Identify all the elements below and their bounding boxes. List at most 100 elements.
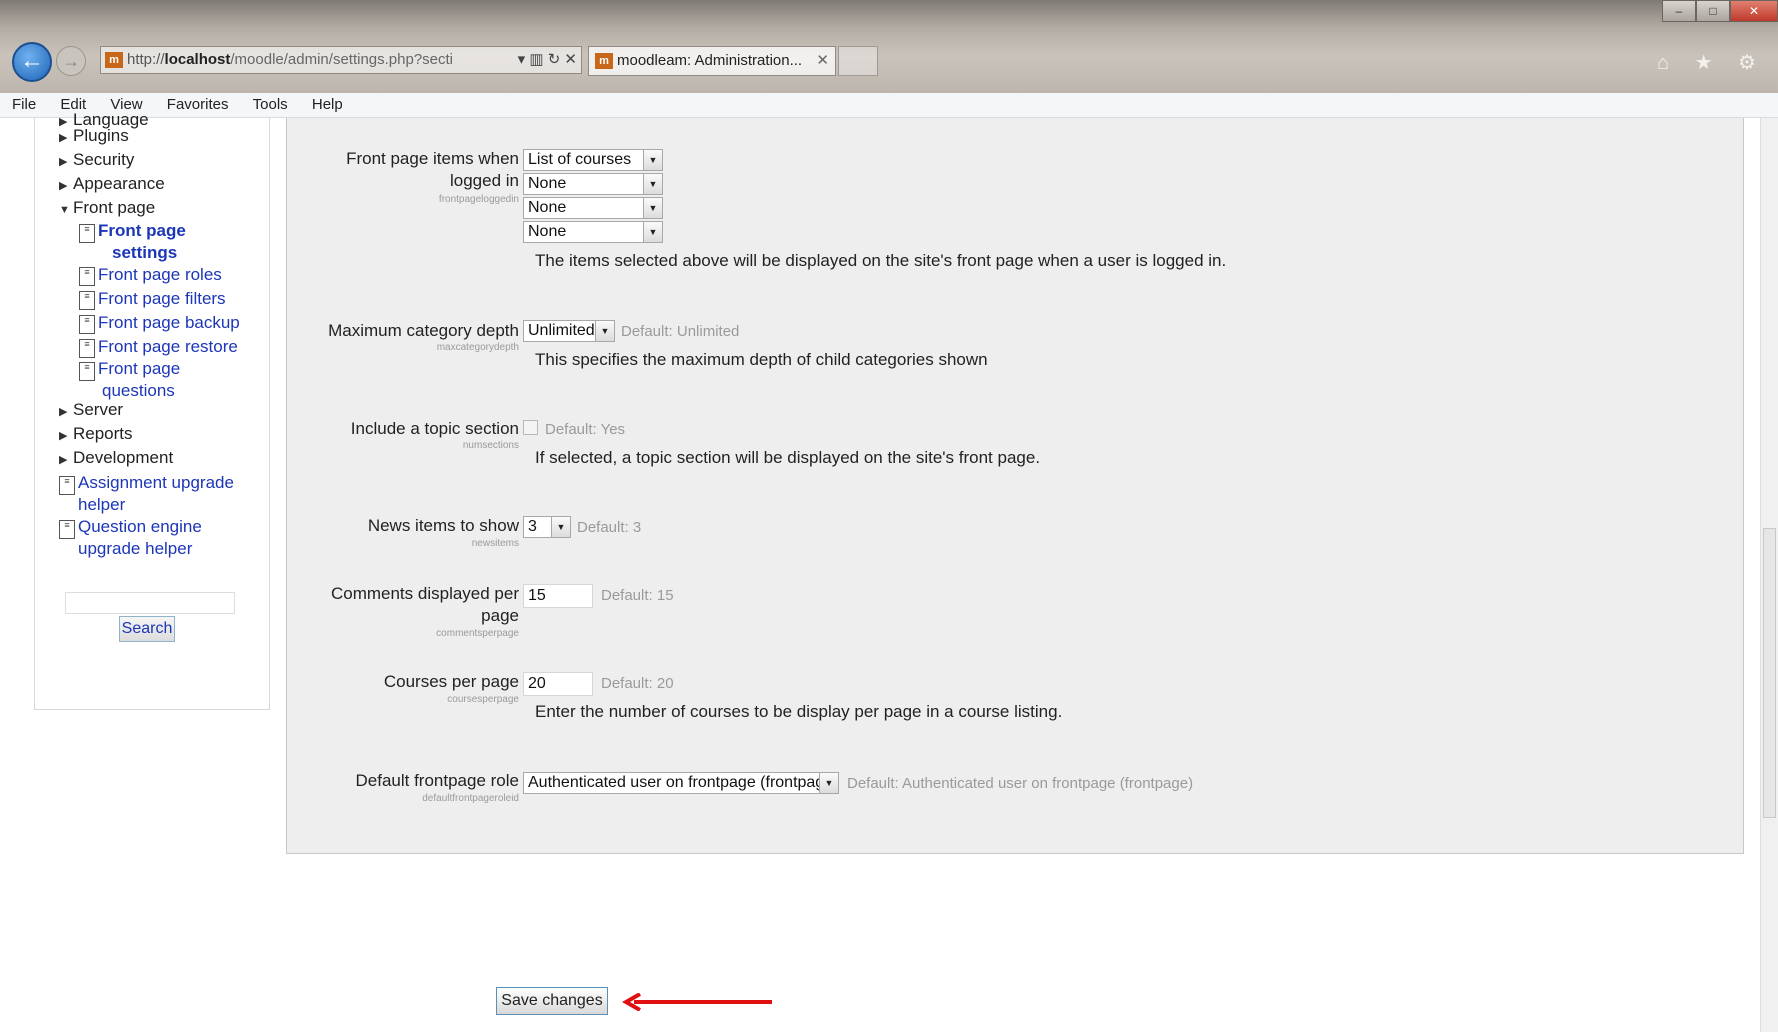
collapsed-triangle-icon: ▶ [59,180,68,192]
sidebar-link-front-page-restore[interactable]: Front page restore [98,336,238,358]
topic-section-checkbox[interactable] [523,420,538,435]
address-controls[interactable]: ▾ ▥ ↻ ✕ [518,47,577,73]
expanded-triangle-icon: ▼ [59,204,70,216]
dropdown-arrow-icon: ▼ [643,150,662,170]
setting-name-numsections: numsections [462,440,519,451]
dropdown-arrow-icon: ▼ [551,517,570,537]
page-icon: ≡ [59,476,75,495]
sidebar-link-question-engine-upgrade-helper[interactable]: Question engine upgrade helper [78,516,202,560]
setting-label-topic-section: Include a topic section [350,419,519,438]
sidebar-link-front-page-settings[interactable]: Front page settings [98,220,186,264]
browser-titlebar: ← → m http://localhost/moodle/admin/setti… [0,0,1778,93]
collapsed-triangle-icon: ▶ [59,156,68,168]
setting-label-max-category-depth: Maximum category depth [328,321,519,340]
setting-default-comments-per-page: Default: 15 [601,587,674,604]
setting-default-max-category-depth: Default: Unlimited [621,323,740,340]
collapsed-triangle-icon: ▶ [59,430,68,442]
sidebar-link-front-page-roles[interactable]: Front page roles [98,264,222,286]
sidebar-link-assignment-upgrade-helper[interactable]: Assignment upgrade helper [78,472,234,516]
dropdown-arrow-icon: ▼ [643,198,662,218]
url-host: localhost [164,51,231,68]
sidebar-item-plugins[interactable]: ▶ Plugins [59,126,129,146]
dropdown-arrow-icon: ▼ [643,174,662,194]
sidebar-item-reports[interactable]: ▶ Reports [59,424,133,444]
setting-name-defaultfrontpageroleid: defaultfrontpageroleid [422,793,519,804]
setting-label-courses-per-page: Courses per page [383,672,519,691]
menu-bar: File Edit View Favorites Tools Help [0,93,1778,118]
setting-description-frontpage-loggedin: The items selected above will be display… [535,251,1227,270]
maximize-icon[interactable]: □ [1696,0,1730,22]
sidebar-link-front-page-filters[interactable]: Front page filters [98,288,226,310]
sidebar-link-front-page-backup[interactable]: Front page backup [98,312,240,334]
collapsed-triangle-icon: ▶ [59,406,68,418]
setting-default-news-items: Default: 3 [577,519,642,536]
page-icon: ≡ [59,520,75,539]
sidebar-item-security[interactable]: ▶ Security [59,150,134,170]
scrollbar-thumb[interactable] [1763,528,1776,818]
annotation-arrow-icon [622,993,772,1011]
frontpage-loggedin-select-2[interactable]: None ▼ [523,173,663,195]
new-tab-button[interactable] [838,46,878,76]
menu-help[interactable]: Help [300,93,351,117]
page-icon: ≡ [79,362,95,381]
front-page-settings-form: Front page items when logged in frontpage… [286,118,1744,854]
dropdown-arrow-icon: ▼ [643,222,662,242]
page-content: ▶ Language ▶ Plugins ▶ Security ▶ Appearance… [10,110,1760,1032]
toolbar-icons[interactable]: ⌂ ★ ⚙ [1657,50,1766,75]
news-items-select[interactable]: 3 ▼ [523,516,571,538]
setting-label-frontpage-loggedin: Front page items when logged in [346,149,519,190]
setting-description-max-category-depth: This specifies the maximum depth of chil… [535,350,988,369]
setting-label-comments-per-page: Comments displayed per page [330,584,519,625]
close-icon[interactable]: ✕ [1730,0,1778,22]
setting-name-newsitems: newsitems [471,538,519,549]
collapsed-triangle-icon: ▶ [59,454,68,466]
setting-label-news-items: News items to show [367,516,519,535]
back-arrow-icon[interactable]: ← [12,42,52,82]
setting-description-topic-section: If selected, a topic section will be dis… [535,448,1041,467]
menu-file[interactable]: File [0,93,44,117]
page-icon: ≡ [79,224,95,243]
dropdown-arrow-icon: ▼ [819,773,838,793]
max-category-depth-select[interactable]: Unlimited ▼ [523,320,615,342]
setting-label-default-frontpage-role: Default frontpage role [355,771,520,790]
moodle-favicon-icon: m [595,53,613,70]
dropdown-arrow-icon: ▼ [595,321,614,341]
sidebar-item-appearance[interactable]: ▶ Appearance [59,174,165,194]
default-frontpage-role-select[interactable]: Authenticated user on frontpage (frontpa… [523,772,839,794]
menu-tools[interactable]: Tools [241,93,296,117]
setting-name-commentsperpage: commentsperpage [436,628,519,639]
sidebar-link-front-page-questions[interactable]: Front page questions [98,358,180,402]
admin-sidebar: ▶ Language ▶ Plugins ▶ Security ▶ Appearance… [34,110,270,710]
courses-per-page-input[interactable]: 20 [523,672,593,696]
page-icon: ≡ [79,339,95,358]
vertical-scrollbar[interactable] [1760,118,1778,1032]
setting-name-maxcategorydepth: maxcategorydepth [436,342,519,353]
url-path: /moodle/admin/settings.php?secti [230,51,454,68]
sidebar-search-button[interactable]: Search [119,616,175,642]
frontpage-loggedin-select-1[interactable]: List of courses ▼ [523,149,663,171]
save-changes-button[interactable]: Save changes [496,987,608,1015]
setting-description-courses-per-page: Enter the number of courses to be displa… [535,702,1063,721]
sidebar-item-front-page[interactable]: ▼ Front page [59,198,155,218]
window-controls: – □ ✕ [1662,0,1778,22]
setting-name-frontpageloggedin: frontpageloggedin [438,194,519,205]
setting-default-frontpage-role: Default: Authenticated user on frontpage… [847,775,1194,792]
tab-title: moodleam: Administration... [617,52,803,69]
address-bar[interactable]: m http://localhost/moodle/admin/settings.… [100,46,582,74]
frontpage-loggedin-select-4[interactable]: None ▼ [523,221,663,243]
forward-arrow-icon[interactable]: → [56,46,86,76]
frontpage-loggedin-select-3[interactable]: None ▼ [523,197,663,219]
browser-tab[interactable]: m moodleam: Administration... ✕ [588,46,836,76]
menu-favorites[interactable]: Favorites [155,93,237,117]
tab-close-icon[interactable]: ✕ [816,47,829,75]
page-icon: ≡ [79,315,95,334]
url-prefix: http:// [127,51,165,68]
moodle-favicon-icon: m [105,52,123,69]
sidebar-item-development[interactable]: ▶ Development [59,448,173,468]
sidebar-item-server[interactable]: ▶ Server [59,400,123,420]
sidebar-search-input[interactable] [65,592,235,614]
setting-default-topic-section: Default: Yes [545,421,626,438]
comments-per-page-input[interactable]: 15 [523,584,593,608]
minimize-icon[interactable]: – [1662,0,1696,22]
setting-default-courses-per-page: Default: 20 [601,675,674,692]
